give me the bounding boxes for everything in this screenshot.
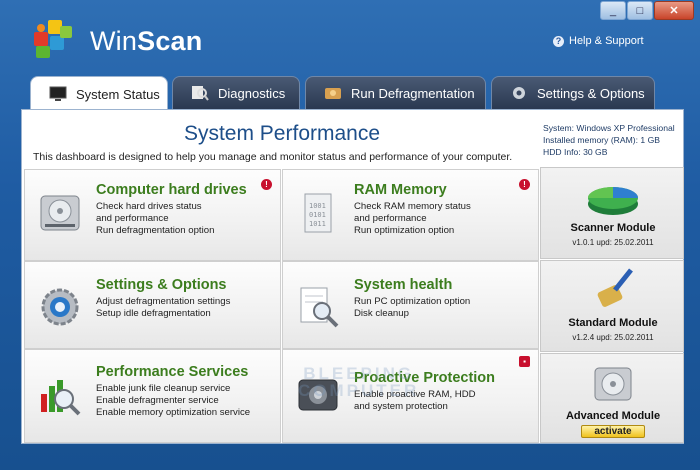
card-line: Run PC optimization option	[354, 296, 471, 307]
tab-label: Run Defragmentation	[351, 85, 475, 101]
system-info-memory: Installed memory (RAM): 1 GB	[543, 135, 660, 145]
system-info-os: System: Windows XP Professional	[543, 123, 675, 133]
card-settings-options[interactable]: Settings & Options Adjust defragmentatio…	[24, 261, 281, 349]
tab-label: System Status	[76, 86, 160, 102]
module-version: v1.0.1 upd: 25.02.2011	[572, 238, 654, 247]
card-line: Run defragmentation option	[96, 225, 215, 236]
module-name: Scanner Module	[570, 222, 656, 234]
card-line: and performance	[354, 213, 427, 224]
card-line: Enable defragmenter service	[96, 395, 219, 406]
minimize-button[interactable]: _	[600, 1, 626, 20]
module-scanner[interactable]: Scanner Module v1.0.1 upd: 25.02.2011	[540, 167, 684, 259]
module-version: v1.2.4 upd: 25.02.2011	[572, 333, 654, 342]
svg-text:1011: 1011	[309, 220, 326, 228]
system-info: System: Windows XP Professional Installe…	[543, 122, 675, 158]
svg-text:1001: 1001	[309, 202, 326, 210]
module-standard[interactable]: Standard Module v1.2.4 upd: 25.02.2011	[540, 260, 684, 352]
card-line: Setup idle defragmentation	[96, 308, 211, 319]
card-line: Adjust defragmentation settings	[96, 296, 231, 307]
card-title: Settings & Options	[96, 277, 227, 293]
magnifier-icon	[192, 86, 209, 101]
modules-column: Scanner Module v1.0.1 upd: 25.02.2011 St…	[540, 167, 684, 443]
disk-icon	[594, 367, 632, 401]
question-icon: ?	[553, 35, 564, 47]
pie-chart-icon	[588, 187, 638, 215]
broom-icon	[597, 268, 633, 307]
module-name: Standard Module	[568, 317, 658, 329]
card-title: Performance Services	[96, 364, 249, 380]
watermark-line: BLEEPING	[303, 364, 415, 383]
ram-icon: 1001 0101 1011	[304, 193, 332, 233]
tab-settings-options[interactable]: Settings & Options	[491, 76, 655, 109]
card-line: Run optimization option	[354, 225, 455, 236]
document-magnifier-icon	[300, 287, 339, 328]
title-bar: WinScan _ □ ✕ ? Help & Support	[0, 0, 700, 76]
tab-run-defragmentation[interactable]: Run Defragmentation	[305, 76, 486, 109]
card-line: and performance	[96, 213, 169, 224]
card-line: and system protection	[354, 401, 448, 412]
card-ram-memory[interactable]: 1001 0101 1011 RAM Memory Check RAM memo…	[282, 169, 539, 261]
watermark-line: COMPUTER	[298, 381, 420, 400]
card-title: RAM Memory	[354, 182, 447, 198]
window-controls: _ □ ✕	[600, 1, 694, 20]
tab-label: Settings & Options	[537, 85, 645, 101]
card-line: Disk cleanup	[354, 308, 409, 319]
tab-label: Diagnostics	[218, 85, 286, 101]
help-support-link[interactable]: ? Help & Support	[553, 35, 644, 47]
alert-icon: ▪	[519, 356, 530, 367]
card-system-health[interactable]: System health Run PC optimization option…	[282, 261, 539, 349]
activate-button[interactable]: activate	[581, 425, 645, 438]
maximize-button[interactable]: □	[627, 1, 653, 20]
card-line: Enable junk file cleanup service	[96, 383, 231, 394]
card-performance-services[interactable]: Performance Services Enable junk file cl…	[24, 349, 281, 443]
card-computer-hard-drives[interactable]: Computer hard drives Check hard drives s…	[24, 169, 281, 261]
page-description: This dashboard is designed to help you m…	[33, 151, 513, 163]
tab-system-status[interactable]: System Status	[30, 76, 168, 111]
page-title: System Performance	[183, 122, 381, 145]
tab-diagnostics[interactable]: Diagnostics	[172, 76, 300, 109]
card-line: Enable memory optimization service	[96, 407, 251, 418]
puzzle-logo-icon	[34, 20, 72, 58]
chart-magnifier-icon	[41, 380, 81, 416]
settings-gear-icon	[41, 288, 79, 326]
card-title: Computer hard drives	[96, 182, 247, 198]
card-title: System health	[354, 277, 453, 293]
watermark: BLEEPING COMPUTER	[298, 365, 419, 399]
system-status-panel: System Performance This dashboard is des…	[21, 109, 684, 444]
hard-drive-icon	[40, 195, 80, 231]
defrag-icon	[325, 88, 341, 99]
close-button[interactable]: ✕	[654, 1, 694, 20]
warning-icon: !	[261, 179, 272, 190]
monitor-icon	[49, 86, 67, 101]
gear-icon	[513, 87, 525, 99]
warning-icon: !	[519, 179, 530, 190]
help-label: Help & Support	[569, 35, 644, 47]
feature-grid: Computer hard drives Check hard drives s…	[24, 169, 540, 443]
system-info-hdd: HDD Info: 30 GB	[543, 147, 608, 157]
app-title: WinScan	[90, 26, 203, 56]
card-line: Check RAM memory status	[354, 201, 471, 212]
card-line: Check hard drives status	[96, 201, 202, 212]
module-name: Advanced Module	[565, 410, 661, 422]
svg-text:0101: 0101	[309, 211, 326, 219]
module-advanced[interactable]: Advanced Module activate	[540, 353, 684, 443]
